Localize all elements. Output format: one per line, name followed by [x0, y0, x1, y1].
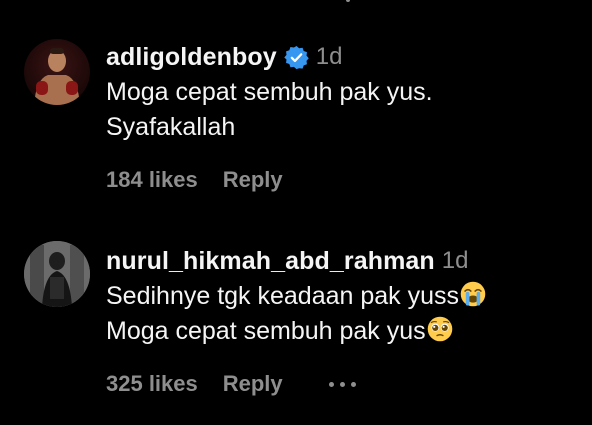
comment-text-line: Syafakallah — [106, 113, 236, 141]
scroll-indicator-dot — [346, 0, 350, 2]
more-dot — [339, 381, 345, 387]
comment-text-line: Moga cepat sembuh pak yus. — [106, 78, 433, 106]
comment-header: adligoldenboy 1d — [106, 40, 582, 74]
comment-text-segment: Moga cepat sembuh pak yus — [106, 317, 426, 345]
comment-actions: 184 likes Reply — [106, 167, 283, 193]
comment-timestamp: 1d — [315, 43, 343, 70]
comment-actions: 325 likes Reply — [106, 371, 356, 397]
likes-count[interactable]: 184 likes — [106, 167, 198, 193]
pleading-face-icon — [427, 316, 452, 342]
more-options-icon[interactable] — [328, 381, 356, 387]
more-dot — [328, 381, 334, 387]
comment-text: Sedihnye tgk keadaan pak yuss Moga cepat… — [106, 279, 582, 349]
username[interactable]: adligoldenboy — [106, 43, 277, 72]
avatar-image — [24, 39, 90, 105]
comment-text-line: Moga cepat sembuh pak yus — [106, 314, 582, 349]
comment-text-line: Sedihnye tgk keadaan pak yuss — [106, 279, 582, 314]
reply-button[interactable]: Reply — [223, 167, 283, 193]
comment-text: Moga cepat sembuh pak yus. Syafakallah — [106, 75, 582, 145]
comment-timestamp: 1d — [441, 247, 469, 274]
loudly-crying-face-icon — [460, 281, 486, 307]
avatar[interactable] — [24, 241, 90, 307]
reply-button[interactable]: Reply — [223, 371, 283, 397]
verified-badge-icon — [284, 45, 309, 69]
username[interactable]: nurul_hikmah_abd_rahman — [106, 247, 435, 276]
avatar-image — [24, 241, 90, 307]
avatar[interactable] — [24, 39, 90, 105]
comment-header: nurul_hikmah_abd_rahman 1d — [106, 244, 582, 278]
more-dot — [350, 381, 356, 387]
likes-count[interactable]: 325 likes — [106, 371, 198, 397]
comment-text-segment: Sedihnye tgk keadaan pak yuss — [106, 282, 460, 310]
